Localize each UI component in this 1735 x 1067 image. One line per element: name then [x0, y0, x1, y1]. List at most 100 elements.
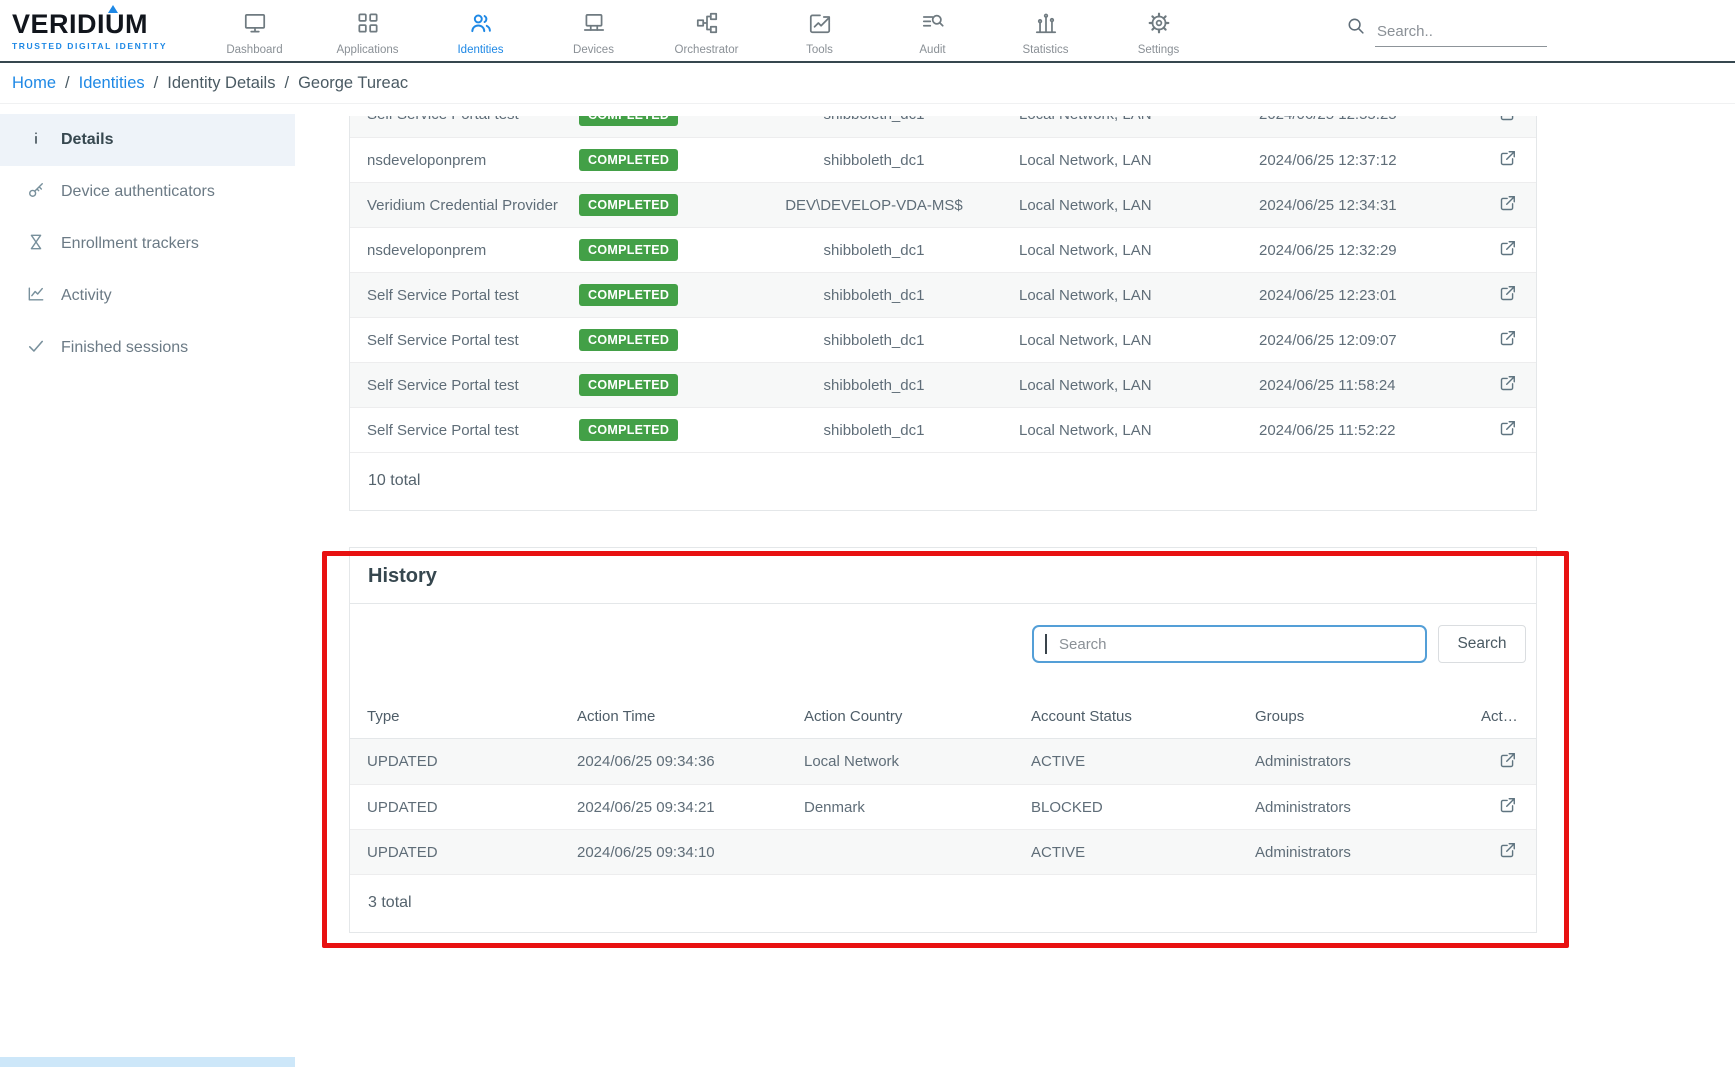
status-badge: COMPLETED	[579, 239, 678, 261]
open-session-icon[interactable]	[1498, 328, 1518, 348]
session-time: 2024/06/25 12:34:31	[1259, 197, 1476, 214]
session-row: Self Service Portal test COMPLETED shibb…	[350, 407, 1536, 452]
history-row: UPDATED 2024/06/25 09:34:10 ACTIVE Admin…	[350, 829, 1536, 874]
session-network: Local Network, LAN	[1019, 197, 1259, 214]
session-device: shibboleth_dc1	[729, 242, 1019, 259]
session-device: DEV\DEVELOP-VDA-MS$	[729, 197, 1019, 214]
column-header-actions: Actions	[1481, 708, 1536, 725]
session-row: nsdeveloponprem COMPLETED shibboleth_dc1…	[350, 227, 1536, 272]
breadcrumb-identities[interactable]: Identities	[79, 74, 145, 93]
status-badge: COMPLETED	[579, 116, 678, 126]
session-name: Self Service Portal test	[367, 287, 579, 304]
session-time: 2024/06/25 12:55:25	[1259, 116, 1476, 123]
session-time: 2024/06/25 11:52:22	[1259, 422, 1476, 439]
history-search-input[interactable]	[1032, 625, 1427, 663]
breadcrumb-home[interactable]: Home	[12, 74, 56, 93]
top-navigation: Dashboard Applications Identities Device…	[198, 6, 1215, 56]
logo-text: VERIDIUM	[12, 11, 190, 38]
session-device: shibboleth_dc1	[729, 332, 1019, 349]
checkmark-icon	[26, 336, 46, 361]
open-session-icon[interactable]	[1498, 418, 1518, 438]
identities-icon	[468, 10, 494, 41]
nav-item-orchestrator[interactable]: Orchestrator	[650, 6, 763, 56]
breadcrumb-separator: /	[65, 74, 70, 93]
nav-label: Dashboard	[226, 44, 282, 56]
nav-label: Devices	[573, 44, 614, 56]
global-search-input[interactable]	[1375, 19, 1547, 47]
sidebar-item-label: Device authenticators	[61, 183, 215, 201]
open-session-icon[interactable]	[1498, 193, 1518, 213]
open-history-icon[interactable]	[1498, 795, 1518, 815]
sidebar-item-label: Enrollment trackers	[61, 235, 199, 253]
activity-chart-icon	[26, 284, 46, 309]
breadcrumb-identity-details: Identity Details	[167, 74, 275, 93]
breadcrumb-separator: /	[154, 74, 159, 93]
session-row: Self Service Portal test COMPLETED shibb…	[350, 272, 1536, 317]
session-device: shibboleth_dc1	[729, 116, 1019, 123]
session-name: Self Service Portal test	[367, 377, 579, 394]
nav-item-statistics[interactable]: Statistics	[989, 6, 1102, 56]
main-content: Self Service Portal test COMPLETED shibb…	[295, 104, 1735, 1065]
statistics-icon	[1033, 10, 1059, 41]
history-action-time: 2024/06/25 09:34:10	[577, 844, 804, 861]
nav-item-devices[interactable]: Devices	[537, 6, 650, 56]
horizontal-scrollbar[interactable]	[0, 1057, 295, 1067]
nav-item-tools[interactable]: Tools	[763, 6, 876, 56]
history-search-button[interactable]: Search	[1438, 625, 1526, 663]
applications-icon	[355, 10, 381, 41]
open-session-icon[interactable]	[1498, 238, 1518, 258]
nav-item-identities[interactable]: Identities	[424, 6, 537, 56]
text-cursor	[1045, 634, 1047, 654]
session-device: shibboleth_dc1	[729, 422, 1019, 439]
tools-icon	[807, 10, 833, 41]
breadcrumb-user-name: George Tureac	[298, 74, 408, 93]
session-time: 2024/06/25 12:37:12	[1259, 152, 1476, 169]
sidebar-item-enrollment-trackers[interactable]: Enrollment trackers	[0, 218, 295, 270]
session-network: Local Network, LAN	[1019, 422, 1259, 439]
nav-label: Audit	[919, 44, 945, 56]
key-icon	[26, 180, 46, 205]
breadcrumb: Home / Identities / Identity Details / G…	[0, 63, 1735, 104]
history-type: UPDATED	[367, 799, 577, 816]
nav-item-audit[interactable]: Audit	[876, 6, 989, 56]
nav-item-settings[interactable]: Settings	[1102, 6, 1215, 56]
search-icon	[1345, 15, 1367, 47]
session-name: Self Service Portal test	[367, 116, 579, 123]
history-groups: Administrators	[1255, 844, 1481, 861]
history-account-status: ACTIVE	[1031, 753, 1255, 770]
session-time: 2024/06/25 12:09:07	[1259, 332, 1476, 349]
sessions-total: 10 total	[350, 452, 1536, 510]
sidebar-item-device-authenticators[interactable]: Device authenticators	[0, 166, 295, 218]
nav-label: Applications	[336, 44, 398, 56]
nav-label: Settings	[1138, 44, 1180, 56]
global-search	[1345, 15, 1547, 47]
open-session-icon[interactable]	[1498, 116, 1518, 123]
history-type: UPDATED	[367, 753, 577, 770]
hourglass-icon	[26, 232, 46, 257]
session-name: Self Service Portal test	[367, 422, 579, 439]
open-session-icon[interactable]	[1498, 373, 1518, 393]
sidebar-item-details[interactable]: Details	[0, 114, 295, 166]
session-device: shibboleth_dc1	[729, 377, 1019, 394]
column-header-type: Type	[367, 708, 577, 725]
open-session-icon[interactable]	[1498, 148, 1518, 168]
nav-item-applications[interactable]: Applications	[311, 6, 424, 56]
open-history-icon[interactable]	[1498, 840, 1518, 860]
session-name: nsdeveloponprem	[367, 242, 579, 259]
veridium-logo[interactable]: VERIDIUM TRUSTED DIGITAL IDENTITY	[12, 11, 190, 51]
sidebar-item-label: Details	[61, 131, 113, 149]
open-session-icon[interactable]	[1498, 283, 1518, 303]
session-device: shibboleth_dc1	[729, 152, 1019, 169]
session-network: Local Network, LAN	[1019, 332, 1259, 349]
session-time: 2024/06/25 12:32:29	[1259, 242, 1476, 259]
session-time: 2024/06/25 12:23:01	[1259, 287, 1476, 304]
sidebar-item-activity[interactable]: Activity	[0, 270, 295, 322]
devices-icon	[581, 10, 607, 41]
nav-item-dashboard[interactable]: Dashboard	[198, 6, 311, 56]
session-row: Self Service Portal test COMPLETED shibb…	[350, 317, 1536, 362]
session-name: Veridium Credential Provider	[367, 197, 579, 214]
sidebar-item-finished-sessions[interactable]: Finished sessions	[0, 322, 295, 374]
status-badge: COMPLETED	[579, 419, 678, 441]
open-history-icon[interactable]	[1498, 750, 1518, 770]
history-action-country: Local Network	[804, 753, 1031, 770]
